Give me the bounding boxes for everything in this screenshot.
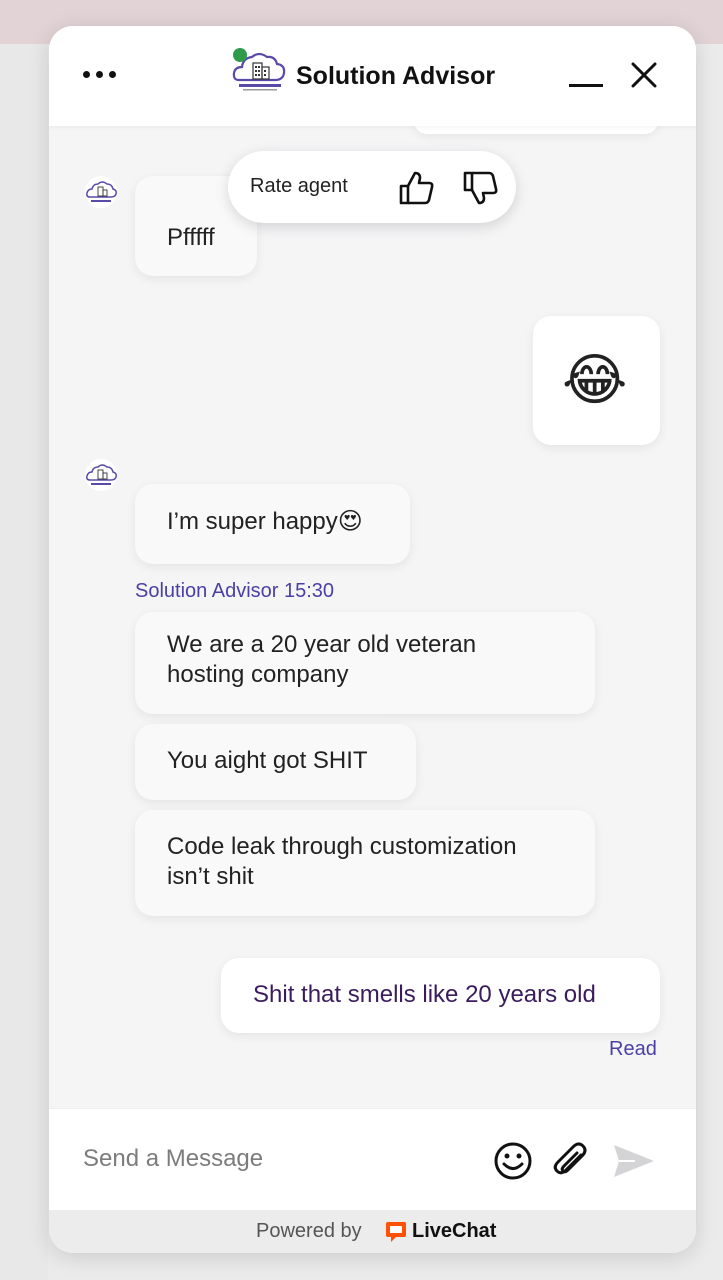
rate-agent-popup: Rate agent bbox=[228, 151, 516, 223]
message-text-line: isn’t shit bbox=[167, 863, 254, 890]
message-text: Shit that smells like 20 years old bbox=[253, 981, 596, 1008]
message-text-line: Code leak through customization bbox=[167, 833, 517, 860]
visitor-message-bubble: Shit that smells like 20 years old bbox=[221, 958, 660, 1033]
agent-name: Solution Advisor bbox=[296, 62, 496, 90]
chat-header: Solution Advisor bbox=[49, 26, 696, 126]
more-horizontal-icon[interactable] bbox=[77, 62, 121, 88]
message-sender-time: Solution Advisor 15:30 bbox=[135, 580, 335, 602]
close-icon[interactable] bbox=[629, 60, 659, 90]
livechat-logo-icon bbox=[386, 1222, 406, 1242]
message-list[interactable]: Pfffff 😂 I’m super happy😍 Solution Advis… bbox=[49, 126, 696, 1108]
agent-avatar bbox=[85, 176, 117, 208]
agent-avatar bbox=[85, 459, 117, 491]
page-background-left bbox=[0, 44, 48, 1280]
previous-message-bubble bbox=[413, 126, 659, 134]
message-bubble: I’m super happy😍 bbox=[135, 484, 410, 564]
thumbs-down-icon[interactable] bbox=[460, 168, 500, 208]
online-status-dot bbox=[233, 48, 247, 62]
powered-by-footer: Powered by LiveChat bbox=[49, 1210, 696, 1253]
message-bubble: You aight got SHIT bbox=[135, 724, 416, 800]
message-text: I’m super happy😍 bbox=[167, 508, 363, 535]
message-text-line: We are a 20 year old veteran bbox=[167, 631, 477, 658]
chat-widget: Solution Advisor Pfffff 😂 I’m super happ… bbox=[49, 26, 696, 1253]
visitor-message-bubble: 😂 bbox=[533, 316, 660, 445]
rate-agent-label: Rate agent bbox=[250, 175, 348, 197]
message-composer bbox=[49, 1108, 696, 1210]
message-text: Pfffff bbox=[167, 224, 215, 251]
message-text: 😂 bbox=[562, 348, 628, 411]
message-text: You aight got SHIT bbox=[167, 747, 368, 774]
minimize-icon[interactable] bbox=[569, 80, 603, 88]
message-input[interactable] bbox=[83, 1137, 483, 1181]
powered-by-label: Powered by bbox=[256, 1220, 362, 1242]
smiley-icon[interactable] bbox=[493, 1141, 533, 1181]
message-text-line: hosting company bbox=[167, 661, 349, 688]
livechat-brand[interactable]: LiveChat bbox=[412, 1220, 496, 1243]
message-bubble: Code leak through customization isn’t sh… bbox=[135, 810, 595, 916]
thumbs-up-icon[interactable] bbox=[396, 168, 436, 208]
message-bubble: We are a 20 year old veteran hosting com… bbox=[135, 612, 595, 714]
send-icon[interactable] bbox=[611, 1141, 657, 1181]
read-receipt: Read bbox=[609, 1038, 657, 1060]
paperclip-icon[interactable] bbox=[551, 1141, 591, 1181]
